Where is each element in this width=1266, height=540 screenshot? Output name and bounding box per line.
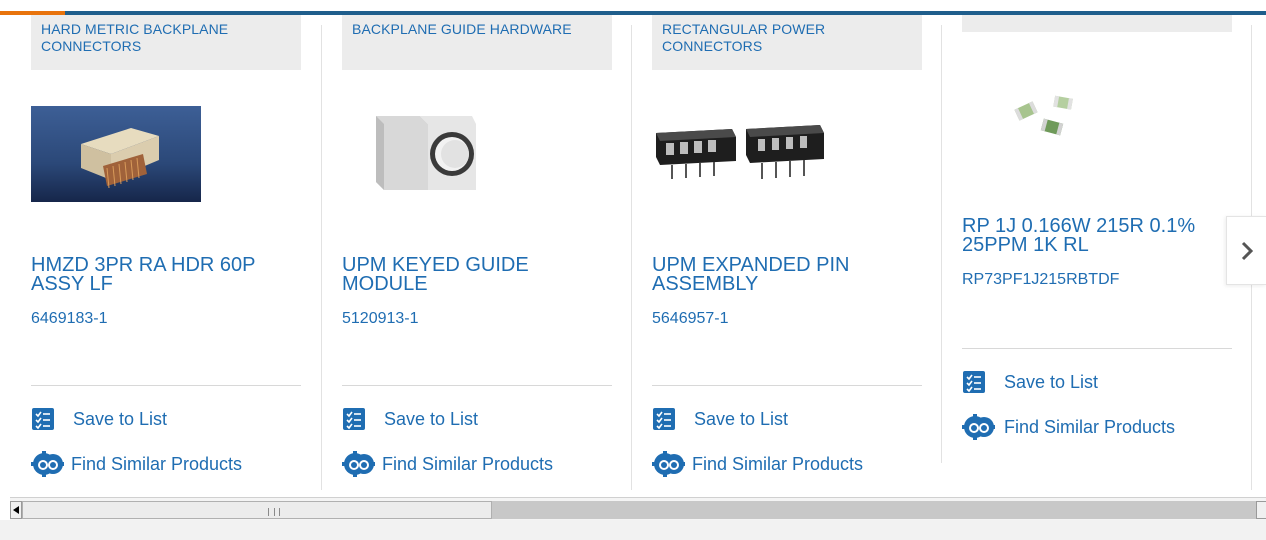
checklist-icon [32, 408, 54, 430]
category-label[interactable]: BACKPLANE GUIDE HARDWARE [342, 15, 612, 70]
product-card: RP 1J 0.166W 215R 0.1% 25PPM 1K RL RP73P… [962, 15, 1232, 493]
card-separator [962, 348, 1232, 349]
product-image[interactable] [372, 110, 482, 192]
guide-module-photo [372, 110, 482, 192]
binoculars-gear-icon [342, 451, 375, 477]
binoculars-gear-icon [962, 414, 995, 440]
horizontal-scrollbar[interactable] [10, 497, 1266, 520]
pin-assembly-photo [652, 121, 827, 183]
chip-resistor-photo [1012, 93, 1082, 143]
checklist-icon [343, 408, 365, 430]
save-to-list-label: Save to List [384, 408, 479, 429]
binoculars-gear-icon [652, 451, 685, 477]
save-to-list-button[interactable]: Save to List [31, 407, 167, 431]
checklist-icon [653, 408, 675, 430]
product-image[interactable] [652, 121, 827, 183]
save-to-list-button[interactable]: Save to List [342, 407, 478, 431]
find-similar-label: Find Similar Products [692, 453, 864, 474]
category-label[interactable]: RECTANGULAR POWER CONNECTORS [652, 15, 922, 70]
card-divider [941, 25, 942, 463]
find-similar-label: Find Similar Products [382, 453, 554, 474]
backplane-connector-photo [31, 106, 201, 202]
find-similar-products-button[interactable]: Find Similar Products [342, 451, 553, 477]
card-divider [631, 25, 632, 490]
scroll-left-arrow-icon [13, 506, 19, 514]
part-number[interactable]: 5120913-1 [342, 309, 419, 329]
checklist-icon [963, 371, 985, 393]
card-separator [342, 385, 612, 386]
save-to-list-label: Save to List [73, 408, 168, 429]
find-similar-products-button[interactable]: Find Similar Products [962, 414, 1175, 440]
carousel-next-button[interactable] [1226, 216, 1266, 285]
product-image[interactable] [31, 106, 201, 202]
bottom-strip [0, 520, 1266, 540]
part-number[interactable]: 5646957-1 [652, 309, 729, 329]
category-label[interactable]: HARD METRIC BACKPLANE CONNECTORS [31, 15, 301, 70]
category-label[interactable] [962, 15, 1232, 32]
save-to-list-label: Save to List [1004, 371, 1099, 392]
card-separator [31, 385, 301, 386]
product-card: HARD METRIC BACKPLANE CONNECTORS HMZD 3P… [31, 15, 301, 493]
scrollbar-grip [268, 508, 280, 516]
product-title[interactable]: HMZD 3PR RA HDR 60P ASSY LF [31, 255, 293, 294]
find-similar-label: Find Similar Products [71, 453, 243, 474]
scroll-left-button[interactable] [10, 501, 22, 519]
card-divider [321, 25, 322, 490]
product-title[interactable]: RP 1J 0.166W 215R 0.1% 25PPM 1K RL [962, 216, 1224, 255]
product-card: RECTANGULAR POWER CONNECTORS UPM EXPANDE… [652, 15, 922, 493]
find-similar-label: Find Similar Products [1004, 416, 1176, 437]
product-title[interactable]: UPM KEYED GUIDE MODULE [342, 255, 604, 294]
scroll-right-button[interactable] [1256, 501, 1266, 519]
save-to-list-button[interactable]: Save to List [652, 407, 788, 431]
part-number[interactable]: 6469183-1 [31, 309, 108, 329]
product-image[interactable] [1012, 93, 1082, 143]
card-separator [652, 385, 922, 386]
chevron-right-icon [1241, 241, 1253, 260]
scrollbar-thumb[interactable] [22, 501, 492, 519]
find-similar-products-button[interactable]: Find Similar Products [31, 451, 242, 477]
find-similar-products-button[interactable]: Find Similar Products [652, 451, 863, 477]
product-card: BACKPLANE GUIDE HARDWARE UPM KEYED GUIDE… [342, 15, 612, 493]
save-to-list-label: Save to List [694, 408, 789, 429]
part-number[interactable]: RP73PF1J215RBTDF [962, 270, 1119, 290]
save-to-list-button[interactable]: Save to List [962, 370, 1098, 394]
product-title[interactable]: UPM EXPANDED PIN ASSEMBLY [652, 255, 914, 294]
binoculars-gear-icon [31, 451, 64, 477]
